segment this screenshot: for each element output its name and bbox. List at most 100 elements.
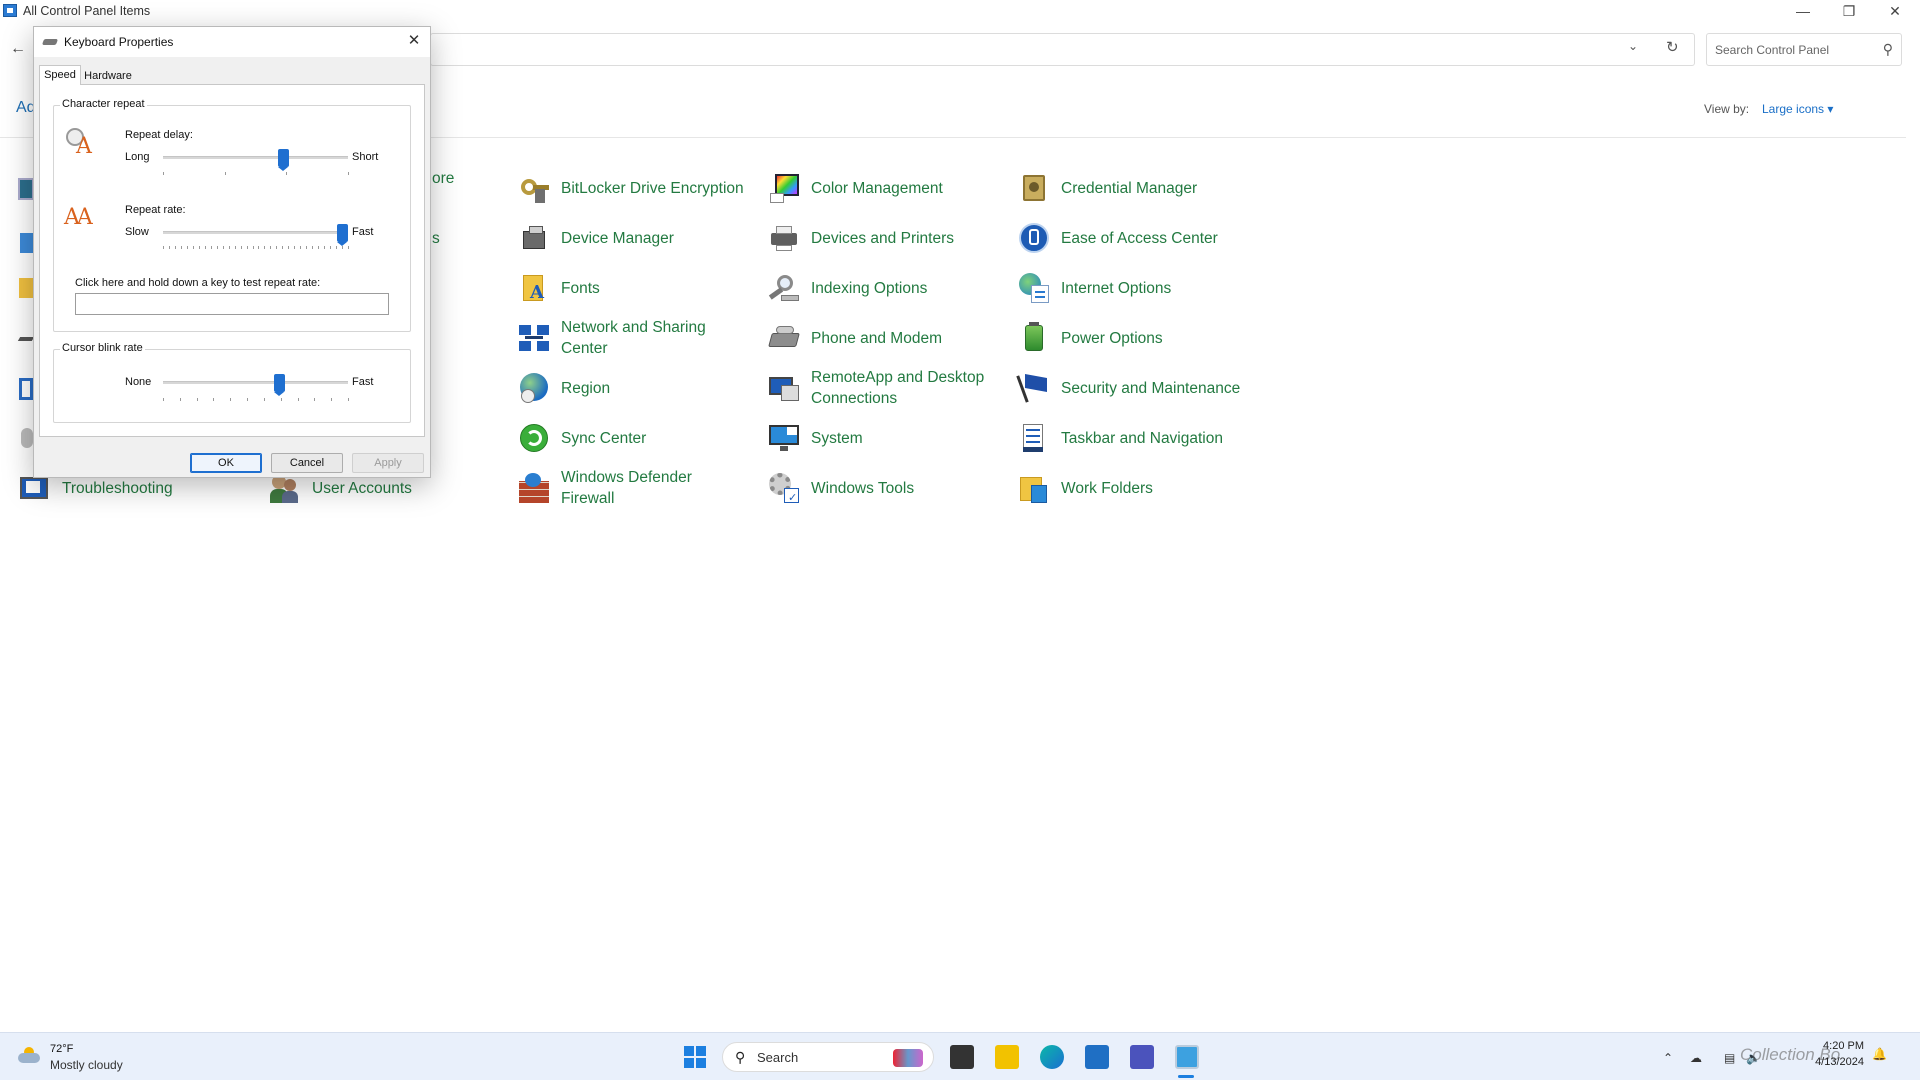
- cp-item-bitlocker[interactable]: BitLocker Drive Encryption: [517, 171, 744, 205]
- slider-ticks: [163, 398, 349, 402]
- cp-item-devices-printers[interactable]: Devices and Printers: [767, 221, 954, 255]
- slider-tick: [234, 246, 236, 249]
- cp-item-indexing-options[interactable]: Indexing Options: [767, 271, 927, 305]
- slider-tick: [246, 246, 248, 249]
- slider-tick: [204, 246, 206, 249]
- cp-item-ease-of-access[interactable]: Ease of Access Center: [1017, 221, 1218, 255]
- cp-item-phone-modem[interactable]: Phone and Modem: [767, 321, 942, 355]
- edge-browser-icon[interactable]: [1040, 1045, 1064, 1069]
- close-window-button[interactable]: ✕: [1872, 0, 1918, 22]
- cp-item-power-options[interactable]: Power Options: [1017, 321, 1163, 355]
- partial-item-icon[interactable]: [18, 178, 34, 200]
- teams-icon[interactable]: [1130, 1045, 1154, 1069]
- cp-item-label: Windows Tools: [811, 479, 915, 497]
- cp-item-windows-tools[interactable]: ✓ Windows Tools: [767, 471, 914, 505]
- power-options-icon: [1017, 321, 1051, 355]
- slider-tick: [180, 246, 182, 249]
- cp-item-color-management[interactable]: Color Management: [767, 171, 943, 205]
- repeat-delay-slider-thumb[interactable]: [277, 149, 289, 171]
- partial-item-label[interactable]: ore: [432, 168, 454, 189]
- network-icon[interactable]: ▤: [1724, 1051, 1735, 1065]
- repeat-delay-icon: A: [64, 126, 96, 159]
- cancel-button[interactable]: Cancel: [271, 453, 343, 473]
- apply-button[interactable]: Apply: [352, 453, 424, 473]
- slider-tick: [348, 398, 349, 401]
- slider-tick: [163, 172, 164, 175]
- slider-tick: [198, 246, 200, 249]
- slider-tick: [312, 246, 314, 249]
- clock-date[interactable]: 4/13/2024: [1784, 1056, 1864, 1068]
- cp-item-firewall[interactable]: Windows Defender Firewall: [517, 467, 721, 509]
- cursor-blink-slider-track[interactable]: [163, 381, 348, 384]
- close-icon[interactable]: ✕: [404, 31, 424, 51]
- microsoft-store-icon[interactable]: [1085, 1045, 1109, 1069]
- show-hidden-icons-chevron-icon[interactable]: ⌃: [1663, 1051, 1673, 1065]
- active-app-indicator: [1178, 1075, 1194, 1078]
- cp-item-sync-center[interactable]: Sync Center: [517, 421, 646, 455]
- clock-time[interactable]: 4:20 PM: [1784, 1040, 1864, 1052]
- search-highlight-icon: [893, 1049, 923, 1067]
- cp-item-security-maintenance[interactable]: Security and Maintenance: [1016, 371, 1240, 405]
- windows-tools-icon: ✓: [767, 471, 801, 505]
- color-management-icon: [767, 171, 801, 205]
- task-view-icon[interactable]: [950, 1045, 974, 1069]
- weather-cloud-icon[interactable]: [18, 1047, 40, 1063]
- notifications-icon[interactable]: 🔔: [1872, 1047, 1887, 1061]
- cp-item-label: Color Management: [811, 179, 943, 197]
- search-placeholder: Search Control Panel: [1715, 43, 1830, 57]
- cp-item-label: Windows Defender Firewall: [561, 469, 692, 507]
- slider-tick: [247, 398, 249, 401]
- cp-item-region[interactable]: Region: [517, 371, 610, 405]
- partial-item-label[interactable]: s: [432, 228, 440, 249]
- cp-item-taskbar-navigation[interactable]: Taskbar and Navigation: [1017, 421, 1223, 455]
- slider-tick: [264, 246, 266, 249]
- window-title: All Control Panel Items: [23, 4, 151, 18]
- back-arrow-icon[interactable]: ←: [10, 40, 26, 58]
- cp-item-remoteapp[interactable]: RemoteApp and Desktop Connections: [767, 367, 991, 409]
- slider-tick: [324, 246, 326, 249]
- cp-item-network-sharing[interactable]: Network and Sharing Center: [517, 317, 731, 359]
- weather-condition[interactable]: Mostly cloudy: [50, 1058, 123, 1072]
- taskbar-search[interactable]: ⚲ Search: [722, 1042, 934, 1072]
- slider-tick: [240, 246, 242, 249]
- cp-item-fonts[interactable]: A Fonts: [517, 271, 600, 305]
- partial-item-icon[interactable]: [21, 428, 33, 448]
- partial-item-icon[interactable]: [20, 233, 34, 253]
- file-explorer-icon[interactable]: [995, 1045, 1019, 1069]
- cp-item-credential-manager[interactable]: Credential Manager: [1017, 171, 1197, 205]
- ok-button[interactable]: OK: [190, 453, 262, 473]
- view-by-dropdown[interactable]: Large icons: [1762, 102, 1833, 116]
- dialog-title-bar[interactable]: Keyboard Properties ✕: [34, 27, 430, 57]
- slider-tick: [330, 246, 332, 249]
- onedrive-cloud-icon[interactable]: ☁: [1690, 1051, 1702, 1065]
- repeat-rate-slider-thumb[interactable]: [336, 224, 348, 246]
- test-repeat-input[interactable]: [75, 293, 389, 315]
- cp-item-label: RemoteApp and Desktop Connections: [811, 369, 985, 407]
- delay-max-label: Short: [352, 151, 379, 163]
- weather-temperature[interactable]: 72°F: [50, 1043, 73, 1055]
- restore-button[interactable]: ❐: [1826, 0, 1872, 22]
- cp-item-label: Credential Manager: [1061, 179, 1198, 197]
- refresh-icon[interactable]: ↻: [1666, 38, 1679, 56]
- repeat-rate-slider-track[interactable]: [163, 231, 348, 234]
- tab-speed[interactable]: Speed: [39, 65, 81, 85]
- start-button[interactable]: [684, 1046, 706, 1068]
- cp-item-system[interactable]: System: [767, 421, 863, 455]
- tab-hardware[interactable]: Hardware: [81, 67, 135, 84]
- cp-item-internet-options[interactable]: Internet Options: [1017, 271, 1171, 305]
- blink-max-label: Fast: [352, 376, 374, 388]
- search-icon[interactable]: ⚲: [1883, 41, 1893, 58]
- partial-item-icon[interactable]: [17, 337, 35, 341]
- cp-item-work-folders[interactable]: Work Folders: [1017, 471, 1153, 505]
- repeat-delay-slider-track[interactable]: [163, 156, 348, 159]
- address-dropdown-icon[interactable]: ⌄: [1628, 39, 1638, 53]
- partial-item-icon[interactable]: [19, 378, 33, 400]
- address-bar[interactable]: [430, 33, 1695, 66]
- cursor-blink-slider-thumb[interactable]: [274, 374, 286, 396]
- slider-tick: [216, 246, 218, 249]
- taskbar: 72°F Mostly cloudy ⚲ Search ⌃ ☁ ▤ 🔈 Coll…: [0, 1032, 1920, 1080]
- minimize-button[interactable]: —: [1780, 0, 1826, 22]
- control-panel-taskbar-icon[interactable]: [1175, 1045, 1199, 1069]
- cp-item-device-manager[interactable]: Device Manager: [517, 221, 674, 255]
- search-control-panel-input[interactable]: Search Control Panel ⚲: [1706, 33, 1902, 66]
